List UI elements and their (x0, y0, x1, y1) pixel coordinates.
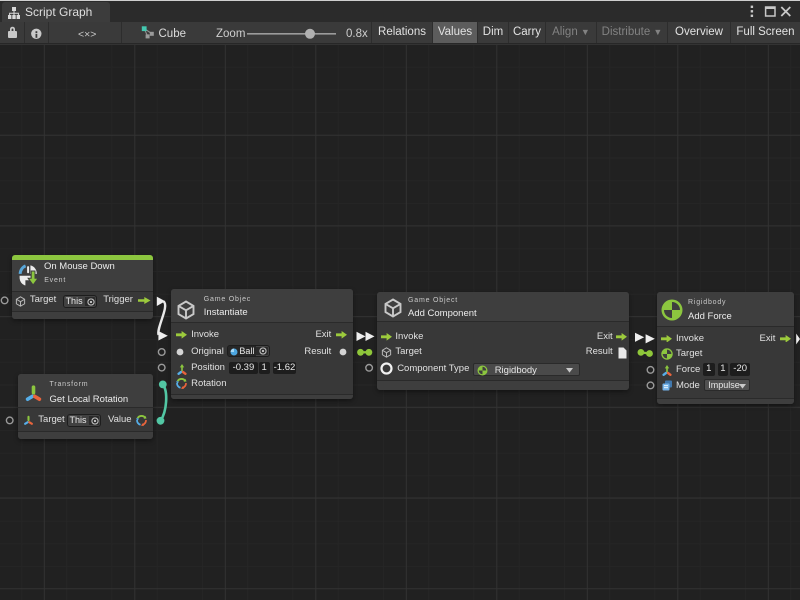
svg-text:0.8x: 0.8x (346, 28, 368, 40)
svg-text:<×>: <×> (78, 29, 96, 41)
svg-text:Cube: Cube (159, 28, 187, 40)
svg-text:Zoom: Zoom (216, 28, 245, 40)
